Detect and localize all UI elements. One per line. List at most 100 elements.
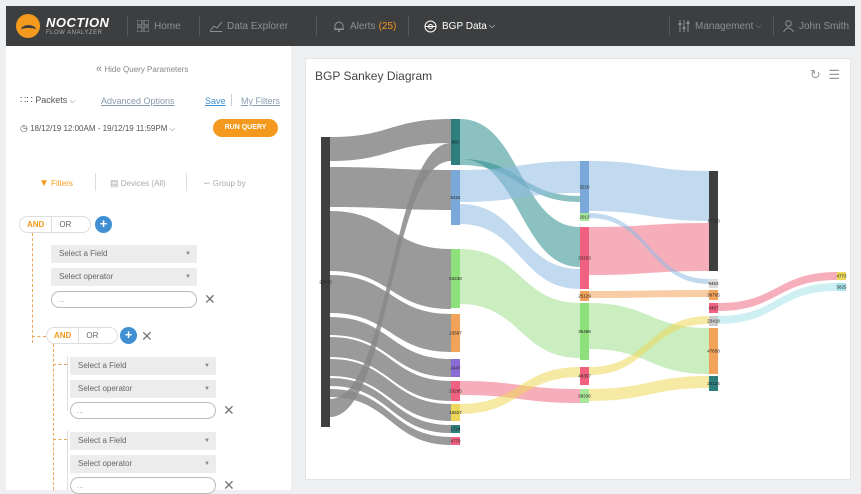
nav-divider [316,16,317,36]
chevron-down-icon: ⌵ [169,126,175,133]
nav-data-explorer-label: Data Explorer [227,20,289,32]
and-or-toggle[interactable]: AND OR [46,327,118,344]
sankey-link[interactable] [589,290,709,298]
add-condition-button[interactable]: + [95,216,112,233]
sankey-node-label: 2913 [579,215,590,220]
brand-name: NOCTION [46,15,110,30]
or-option[interactable]: OR [52,217,78,232]
filter-tree-line [32,233,33,343]
sankey-node-label: 23597 [449,331,462,336]
nav-management-label: Management [695,20,754,32]
my-filters-link[interactable]: My Filters [241,96,280,106]
operator-select[interactable]: Select operator [70,455,216,473]
bell-icon [334,21,344,32]
filter-tree-line [32,336,46,337]
sankey-node-label: 3457 [708,306,719,311]
sankey-node-label: 17330 [707,219,720,224]
tab-divider [95,173,96,191]
condition-bracket [67,356,68,411]
remove-condition-icon[interactable]: ✕ [204,292,216,306]
sankey-node-label: 33153 [578,256,591,261]
tab-filters[interactable]: ▼ Filters [39,178,73,189]
value-input[interactable]: ... [70,477,216,494]
chart-title: BGP Sankey Diagram [315,69,433,83]
double-chevron-left-icon: « [96,63,103,75]
chevron-down-icon: ⌵ [755,21,762,30]
and-option[interactable]: AND [20,217,53,232]
advanced-options-link[interactable]: Advanced Options [101,96,175,106]
funnel-icon: ▼ [39,178,49,189]
nav-home-label: Home [154,20,181,32]
globe-icon [424,20,437,32]
main-content: BGP Sankey Diagram ↻ ☰ 25410 891 5424 63238… [291,46,861,490]
nav-data-explorer[interactable]: Data Explorer [210,6,288,46]
sankey-link[interactable] [330,167,451,210]
link-divider [231,94,232,106]
or-option[interactable]: OR [79,328,105,343]
sankey-node-label: 36705 [707,293,720,298]
nav-divider [127,16,128,36]
remove-group-icon[interactable]: ✕ [141,329,153,343]
tab-filters-label: Filters [51,179,73,188]
sankey-node-label: 58336 [578,394,591,399]
and-option[interactable]: AND [47,328,80,343]
field-select[interactable]: Select a Field [51,245,197,263]
menu-icon[interactable]: ☰ [828,67,840,82]
nav-management[interactable]: Management ⌵ [678,6,761,46]
sankey-link[interactable] [589,303,709,374]
sankey-node-label: 5825 [836,285,847,290]
top-navigation-bar: NOCTION FLOW ANALYZER Home Data Explorer… [6,6,855,46]
sankey-diagram: 25410 891 5424 63238 23597 2447 23265 16527 1724… [319,119,847,445]
value-input[interactable]: ... [51,291,197,308]
date-range-text: 18/12/19 12:00AM - 19/12/19 11:59PM [30,124,168,133]
tab-group-by[interactable]: ∽ Group by [203,178,246,189]
tab-devices-label: Devices (All) [120,179,166,188]
sankey-link[interactable] [589,161,709,221]
remove-condition-icon[interactable]: ✕ [223,403,235,417]
sankey-link[interactable] [589,376,709,401]
sankey-node-label: 3216 [579,185,590,190]
operator-select[interactable]: Select operator [51,268,197,286]
sankey-node-label: 4773 [836,274,847,279]
chart-toolbar: ↻ ☰ [810,67,840,83]
sankey-node-label: 47658 [707,349,720,354]
apps-grid-icon: ∷∷ [20,95,33,106]
packets-label: Packets [35,95,68,105]
nav-home[interactable]: Home [137,6,181,46]
sankey-node-label: 4779 [450,439,461,444]
nav-bgp-data[interactable]: BGP Data ⌵ [424,6,495,46]
hide-query-label: Hide Query Parameters [104,65,189,74]
filter-tree-line [53,439,67,440]
sankey-node-label: 25129 [578,294,591,299]
sankey-node-label: 23265 [449,389,462,394]
refresh-icon[interactable]: ↻ [810,67,821,82]
user-name: John Smith [799,20,850,32]
save-link[interactable]: Save [205,96,226,106]
brand-tagline: FLOW ANALYZER [46,30,103,36]
sankey-node-label: 5424 [450,195,461,200]
nav-user-menu[interactable]: John Smith [783,6,849,46]
sankey-node-label: 35468 [578,329,591,334]
condition-bracket [67,431,68,490]
filter-tree-line [53,364,67,365]
tab-devices[interactable]: ▤ Devices (All) [110,178,166,189]
query-parameters-sidebar: « Hide Query Parameters ∷∷ Packets ⌵ Adv… [6,46,291,494]
date-range-picker[interactable]: ◷ 18/12/19 12:00AM - 19/12/19 11:59PM ⌵ [20,123,175,134]
nav-alerts-label: Alerts [350,20,376,32]
run-query-button[interactable]: RUN QUERY [213,119,278,137]
field-select[interactable]: Select a Field [70,432,216,450]
field-select[interactable]: Select a Field [70,357,216,375]
operator-select[interactable]: Select operator [70,380,216,398]
line-chart-icon [210,21,222,32]
nav-alerts[interactable]: Alerts (25) [333,6,396,46]
and-or-toggle[interactable]: AND OR [19,216,91,233]
nav-divider [408,16,409,36]
add-condition-button[interactable]: + [120,327,137,344]
sankey-link[interactable] [460,249,580,358]
server-icon: ▤ [110,178,119,188]
value-input[interactable]: ... [70,402,216,419]
hide-query-parameters-link[interactable]: « Hide Query Parameters [96,63,188,75]
sankey-node-label: 16527 [449,410,462,415]
sankey-node-label: 9463 [708,281,719,286]
metric-select-packets[interactable]: ∷∷ Packets ⌵ [20,95,75,106]
